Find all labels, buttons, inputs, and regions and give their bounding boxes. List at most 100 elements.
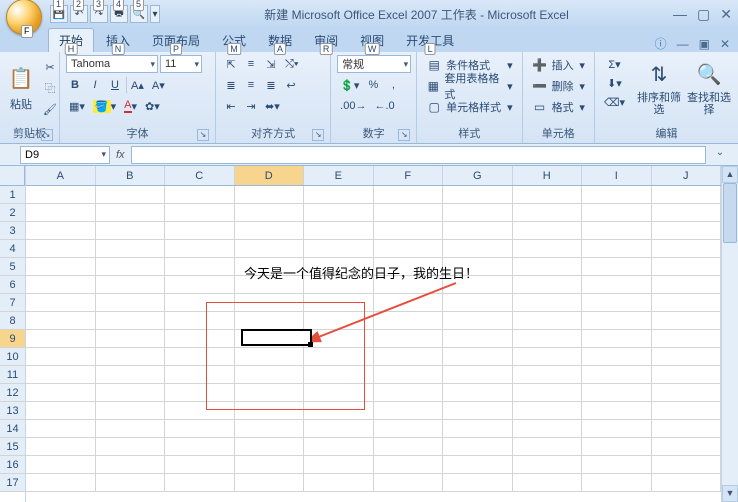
cell[interactable] [513, 456, 583, 474]
cell[interactable] [304, 420, 374, 438]
cell[interactable] [513, 438, 583, 456]
cell[interactable] [582, 312, 652, 330]
cell[interactable] [165, 330, 235, 348]
insert-cells-button[interactable]: ➕插入▾ [529, 55, 588, 75]
cell[interactable] [304, 402, 374, 420]
cell[interactable] [165, 276, 235, 294]
cell[interactable] [26, 294, 96, 312]
cell[interactable] [443, 420, 513, 438]
cell[interactable] [652, 222, 722, 240]
cell[interactable] [26, 186, 96, 204]
cell[interactable] [582, 330, 652, 348]
cell[interactable] [513, 384, 583, 402]
wrap-text-button[interactable]: ↩ [282, 76, 300, 94]
cell[interactable] [374, 474, 444, 492]
scroll-down-button[interactable]: ▼ [722, 485, 738, 502]
clear-button[interactable]: ⌫▾ [601, 93, 628, 111]
cell[interactable] [443, 186, 513, 204]
tab-审阅[interactable]: 审阅R [304, 29, 348, 52]
cell[interactable] [374, 366, 444, 384]
cell[interactable] [582, 402, 652, 420]
cell[interactable] [96, 258, 166, 276]
cell[interactable] [513, 204, 583, 222]
cell[interactable] [304, 474, 374, 492]
cell[interactable] [513, 222, 583, 240]
cell[interactable] [652, 312, 722, 330]
cell[interactable] [96, 294, 166, 312]
grow-font-button[interactable]: A▴ [126, 76, 147, 94]
number-format-combo[interactable]: 常规 [337, 55, 411, 73]
cell[interactable] [652, 276, 722, 294]
maximize-button[interactable]: ▢ [697, 6, 710, 23]
cell[interactable] [513, 276, 583, 294]
row-header-14[interactable]: 14 [0, 420, 25, 438]
row-header-12[interactable]: 12 [0, 384, 25, 402]
cell[interactable] [26, 402, 96, 420]
doc-minimize-button[interactable]: — [677, 37, 689, 51]
cell[interactable] [443, 330, 513, 348]
formula-bar[interactable] [131, 146, 706, 164]
cell[interactable] [582, 384, 652, 402]
cell[interactable] [652, 204, 722, 222]
align-center-button[interactable]: ≡ [242, 76, 260, 94]
cell[interactable] [96, 240, 166, 258]
format-cells-button[interactable]: ▭格式▾ [529, 97, 588, 117]
align-middle-button[interactable]: ≡ [242, 55, 260, 73]
tab-插入[interactable]: 插入N [96, 29, 140, 52]
cell[interactable] [582, 276, 652, 294]
scroll-up-button[interactable]: ▲ [722, 166, 738, 183]
cell[interactable] [235, 474, 305, 492]
cell[interactable] [513, 366, 583, 384]
align-bottom-button[interactable]: ⇲ [262, 55, 280, 73]
col-header-D[interactable]: D [235, 166, 305, 185]
cell[interactable] [582, 474, 652, 492]
row-header-2[interactable]: 2 [0, 204, 25, 222]
cell[interactable] [165, 312, 235, 330]
cell[interactable] [304, 456, 374, 474]
currency-button[interactable]: 💲▾ [337, 76, 362, 94]
cell[interactable] [443, 438, 513, 456]
row-header-9[interactable]: 9 [0, 330, 25, 348]
cell[interactable] [26, 222, 96, 240]
cell[interactable] [165, 186, 235, 204]
cell[interactable] [165, 204, 235, 222]
merge-button[interactable]: ⬌▾ [262, 97, 283, 115]
qat-preview-icon[interactable]: 🔍5 [130, 5, 148, 23]
cell[interactable] [165, 222, 235, 240]
cell[interactable] [96, 330, 166, 348]
row-header-3[interactable]: 3 [0, 222, 25, 240]
delete-cells-button[interactable]: ➖删除▾ [529, 76, 588, 96]
cell[interactable] [374, 456, 444, 474]
qat-undo-icon[interactable]: ↶2 [70, 5, 88, 23]
tab-视图[interactable]: 视图W [350, 29, 394, 52]
cut-button[interactable]: ✂ [40, 58, 60, 76]
cell[interactable] [165, 402, 235, 420]
font-color-button[interactable]: A▾ [121, 97, 140, 115]
cell[interactable] [235, 456, 305, 474]
col-header-E[interactable]: E [304, 166, 374, 185]
cell[interactable] [582, 348, 652, 366]
comma-button[interactable]: , [384, 76, 402, 94]
tab-数据[interactable]: 数据A [258, 29, 302, 52]
cell[interactable] [513, 330, 583, 348]
cell[interactable] [235, 294, 305, 312]
cell[interactable] [165, 240, 235, 258]
cell[interactable] [443, 456, 513, 474]
cell[interactable] [513, 420, 583, 438]
row-header-8[interactable]: 8 [0, 312, 25, 330]
sort-filter-button[interactable]: ⇅ 排序和筛选 [636, 55, 682, 121]
cell[interactable] [374, 240, 444, 258]
cell[interactable] [165, 258, 235, 276]
cell[interactable] [513, 258, 583, 276]
cell[interactable] [235, 366, 305, 384]
cell[interactable] [96, 186, 166, 204]
paste-button[interactable]: 📋 粘贴 [6, 55, 36, 121]
row-header-16[interactable]: 16 [0, 456, 25, 474]
cell[interactable] [652, 330, 722, 348]
cell[interactable] [443, 348, 513, 366]
minimize-button[interactable]: — [673, 6, 687, 23]
cell[interactable] [374, 186, 444, 204]
doc-close-button[interactable]: ✕ [720, 37, 730, 51]
tab-开始[interactable]: 开始H [48, 28, 94, 52]
phonetic-button[interactable]: ✿▾ [142, 97, 163, 115]
